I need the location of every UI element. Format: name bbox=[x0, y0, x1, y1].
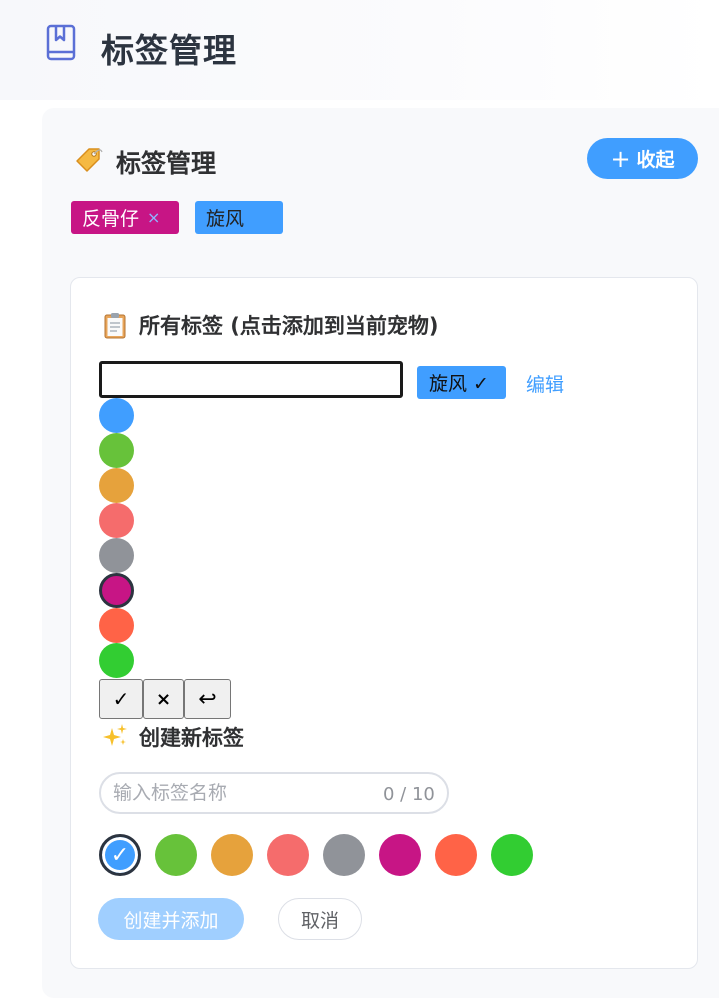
edit-color-swatch-tomato[interactable] bbox=[99, 608, 134, 643]
sparkles-icon bbox=[103, 724, 127, 746]
edit-color-swatch-orange[interactable] bbox=[99, 468, 134, 503]
confirm-edit-button[interactable]: ✓ bbox=[99, 679, 143, 719]
remove-tag-icon[interactable]: × bbox=[147, 208, 160, 227]
create-tag-title: 创建新标签 bbox=[139, 726, 244, 750]
create-and-add-button[interactable]: 创建并添加 bbox=[98, 898, 244, 940]
char-counter: 0 / 10 bbox=[383, 784, 435, 805]
color-swatch-blue[interactable]: ✓ bbox=[99, 834, 141, 876]
edit-color-swatch-red[interactable] bbox=[99, 503, 134, 538]
page-header: 标签管理 bbox=[0, 0, 719, 100]
plus-icon: + bbox=[610, 144, 631, 173]
color-swatch-red[interactable] bbox=[267, 834, 309, 876]
edit-color-swatch-green[interactable] bbox=[99, 433, 134, 468]
current-tag-label: 旋风 bbox=[206, 208, 245, 230]
color-swatch-lime[interactable] bbox=[491, 834, 533, 876]
page-title: 标签管理 bbox=[101, 31, 237, 70]
color-swatch-gray[interactable] bbox=[323, 834, 365, 876]
tag-item[interactable]: 旋风 ✓ bbox=[417, 366, 506, 399]
collapse-label: 收起 bbox=[636, 149, 675, 171]
current-tag-label: 反骨仔 bbox=[82, 208, 140, 230]
book-icon bbox=[46, 24, 76, 61]
color-swatch-tomato[interactable] bbox=[435, 834, 477, 876]
check-icon: ✓ bbox=[110, 842, 130, 868]
all-tags-title: 所有标签 (点击添加到当前宠物) bbox=[139, 314, 439, 338]
edit-color-swatch-lime[interactable] bbox=[99, 643, 134, 678]
color-swatch-green[interactable] bbox=[155, 834, 197, 876]
edit-color-swatch-magenta[interactable] bbox=[99, 573, 134, 608]
color-swatch-magenta[interactable] bbox=[379, 834, 421, 876]
edit-link[interactable]: 编辑 bbox=[526, 370, 564, 397]
cancel-edit-button[interactable]: × bbox=[143, 679, 184, 719]
edit-color-swatch-gray[interactable] bbox=[99, 538, 134, 573]
cancel-button[interactable]: 取消 bbox=[278, 898, 362, 940]
tag-icon bbox=[76, 148, 103, 172]
clipboard-icon bbox=[104, 313, 126, 339]
section-title: 标签管理 bbox=[116, 149, 217, 178]
undo-button[interactable]: ↩ bbox=[184, 679, 231, 719]
current-tag-chip[interactable]: 反骨仔 × bbox=[71, 201, 179, 234]
current-tag-chip[interactable]: 旋风 bbox=[195, 201, 283, 234]
edit-color-swatch-blue[interactable] bbox=[99, 398, 134, 433]
color-swatch-orange[interactable] bbox=[211, 834, 253, 876]
tag-edit-input[interactable] bbox=[99, 361, 403, 398]
collapse-button[interactable]: + 收起 bbox=[587, 138, 698, 179]
